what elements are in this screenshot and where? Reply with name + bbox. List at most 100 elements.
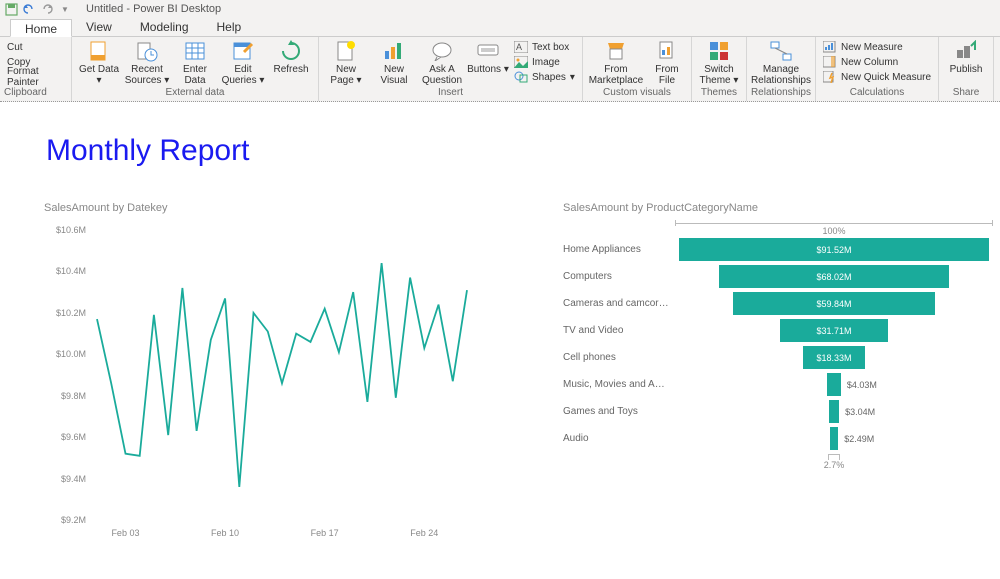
- edit-queries-button[interactable]: Edit Queries ▾: [220, 37, 266, 87]
- group-clipboard: Cut Copy Format Painter Clipboard: [0, 37, 72, 101]
- funnel-row[interactable]: TV and Video $31.71M: [563, 317, 993, 344]
- funnel-row[interactable]: Audio $2.49M: [563, 425, 993, 452]
- funnel-bar: $68.02M: [719, 265, 949, 288]
- group-label-insert: Insert: [323, 87, 578, 101]
- group-relationships: Manage Relationships Relationships: [747, 37, 816, 101]
- group-label-rel: Relationships: [751, 87, 811, 101]
- format-painter-button[interactable]: Format Painter: [4, 70, 67, 84]
- ribbon-tabs: Home View Modeling Help: [0, 18, 1000, 37]
- y-tick: $9.4M: [44, 474, 86, 484]
- funnel-bottom-pct: 2.7%: [675, 460, 993, 470]
- x-tick: Feb 24: [410, 528, 438, 538]
- funnel-value: $4.03M: [847, 380, 877, 390]
- svg-text:A: A: [516, 42, 522, 52]
- new-quick-measure-button[interactable]: New Quick Measure: [820, 70, 934, 84]
- cut-button[interactable]: Cut: [4, 40, 67, 54]
- shapes-icon: [514, 71, 528, 83]
- recent-sources-button[interactable]: Recent Sources ▾: [124, 37, 170, 87]
- group-label-calc: Calculations: [820, 87, 934, 101]
- refresh-button[interactable]: Refresh: [268, 37, 314, 87]
- funnel-value: $91.52M: [816, 245, 851, 255]
- funnel-bar: $31.71M: [780, 319, 887, 342]
- report-canvas[interactable]: Monthly Report SalesAmount by Datekey $1…: [0, 102, 1000, 579]
- image-button[interactable]: Image: [511, 55, 578, 69]
- ask-icon: [430, 39, 454, 63]
- new-page-button[interactable]: New Page ▾: [323, 37, 369, 87]
- funnel-category: TV and Video: [563, 325, 675, 336]
- funnel-row[interactable]: Cell phones $18.33M: [563, 344, 993, 371]
- group-insert: New Page ▾ New Visual Ask A Question But…: [319, 37, 583, 101]
- save-icon[interactable]: [4, 2, 18, 16]
- theme-icon: [707, 39, 731, 63]
- y-tick: $10.6M: [44, 225, 86, 235]
- publish-icon: [954, 39, 978, 63]
- manage-relationships-button[interactable]: Manage Relationships: [751, 37, 811, 87]
- tab-modeling[interactable]: Modeling: [126, 18, 203, 36]
- funnel-category: Audio: [563, 433, 675, 444]
- funnel-row[interactable]: Home Appliances$91.52M: [563, 236, 993, 263]
- x-tick: Feb 03: [111, 528, 139, 538]
- line-chart[interactable]: SalesAmount by Datekey $10.6M$10.4M$10.2…: [44, 202, 474, 562]
- funnel-bar: $59.84M: [733, 292, 936, 315]
- tab-home[interactable]: Home: [10, 19, 72, 37]
- funnel-value: $3.04M: [845, 407, 875, 417]
- funnel-category: Computers: [563, 271, 675, 282]
- enter-data-icon: [183, 39, 207, 63]
- enter-data-button[interactable]: Enter Data: [172, 37, 218, 87]
- y-tick: $10.0M: [44, 349, 86, 359]
- from-file-button[interactable]: From File: [647, 37, 687, 87]
- relationships-icon: [769, 39, 793, 63]
- funnel-chart[interactable]: SalesAmount by ProductCategoryName 100% …: [563, 202, 993, 579]
- switch-theme-button[interactable]: Switch Theme ▾: [696, 37, 742, 87]
- buttons-icon: [476, 39, 500, 63]
- report-title[interactable]: Monthly Report: [46, 134, 249, 168]
- new-column-button[interactable]: New Column: [820, 55, 934, 69]
- qat-dropdown-icon[interactable]: ▼: [58, 2, 72, 16]
- new-page-icon: [334, 39, 358, 63]
- funnel-category: Music, Movies and Aud...: [563, 379, 675, 390]
- refresh-icon: [279, 39, 303, 63]
- x-tick: Feb 17: [311, 528, 339, 538]
- group-custom-visuals: From Marketplace From File Custom visual…: [583, 37, 692, 101]
- ask-question-button[interactable]: Ask A Question: [419, 37, 465, 87]
- window-title: Untitled - Power BI Desktop: [86, 3, 221, 15]
- y-tick: $9.6M: [44, 432, 86, 442]
- from-file-icon: [655, 39, 679, 63]
- group-themes: Switch Theme ▾ Themes: [692, 37, 747, 101]
- y-tick: $10.4M: [44, 266, 86, 276]
- measure-icon: [823, 41, 837, 53]
- get-data-button[interactable]: Get Data ▾: [76, 37, 122, 87]
- edit-queries-icon: [231, 39, 255, 63]
- tab-view[interactable]: View: [72, 18, 126, 36]
- new-visual-icon: [382, 39, 406, 63]
- line-chart-title: SalesAmount by Datekey: [44, 202, 474, 214]
- funnel-category: Cameras and camcord...: [563, 298, 675, 309]
- shapes-button[interactable]: Shapes ▾: [511, 70, 578, 84]
- buttons-button[interactable]: Buttons ▾: [467, 37, 509, 87]
- funnel-value: $2.49M: [844, 434, 874, 444]
- funnel-bar: $18.33M: [803, 346, 865, 369]
- group-share: Publish Share: [939, 37, 994, 101]
- funnel-bar: $4.03M: [827, 373, 841, 396]
- image-icon: [514, 56, 528, 68]
- funnel-row[interactable]: Music, Movies and Aud... $4.03M: [563, 371, 993, 398]
- funnel-row[interactable]: Computers $68.02M: [563, 263, 993, 290]
- funnel-row[interactable]: Games and Toys $3.04M: [563, 398, 993, 425]
- text-box-button[interactable]: AText box: [511, 40, 578, 54]
- publish-button[interactable]: Publish: [943, 37, 989, 87]
- funnel-bar: $3.04M: [829, 400, 839, 423]
- new-measure-button[interactable]: New Measure: [820, 40, 934, 54]
- y-tick: $9.8M: [44, 391, 86, 401]
- new-visual-button[interactable]: New Visual: [371, 37, 417, 87]
- funnel-category: Cell phones: [563, 352, 675, 363]
- undo-icon[interactable]: [22, 2, 36, 16]
- funnel-category: Games and Toys: [563, 406, 675, 417]
- group-label-themes: Themes: [696, 87, 742, 101]
- tab-help[interactable]: Help: [203, 18, 256, 36]
- from-marketplace-button[interactable]: From Marketplace: [587, 37, 645, 87]
- funnel-row[interactable]: Cameras and camcord... $59.84M: [563, 290, 993, 317]
- redo-icon[interactable]: [40, 2, 54, 16]
- text-box-icon: A: [514, 41, 528, 53]
- ribbon: Cut Copy Format Painter Clipboard Get Da…: [0, 37, 1000, 102]
- x-tick: Feb 10: [211, 528, 239, 538]
